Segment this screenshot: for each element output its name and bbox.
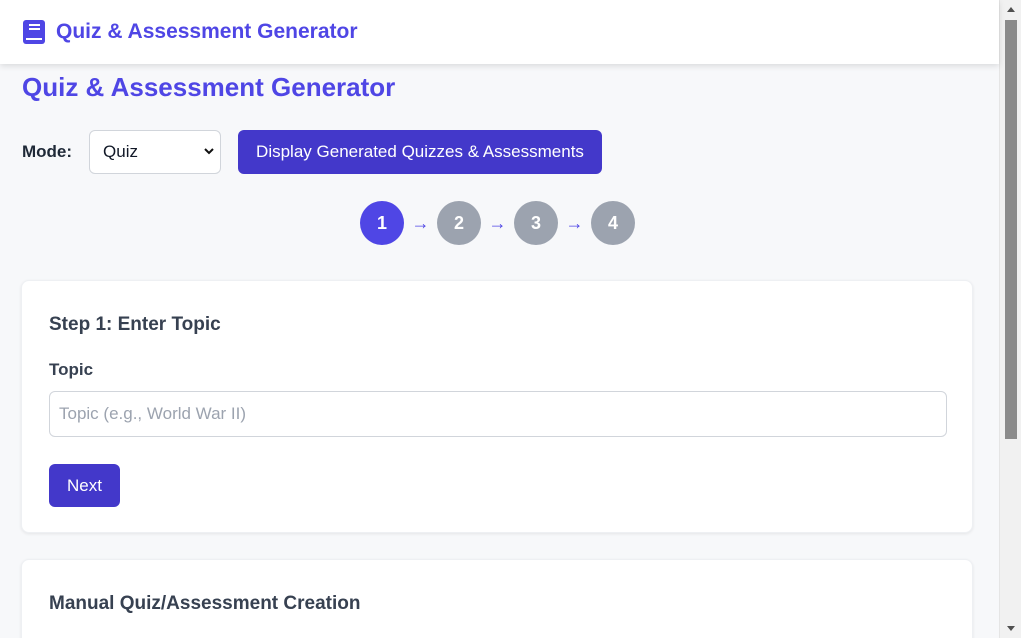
topic-input[interactable] <box>49 391 947 437</box>
next-button[interactable]: Next <box>49 464 120 507</box>
step-1: 1 <box>360 201 404 245</box>
app-title: Quiz & Assessment Generator <box>56 20 358 43</box>
mode-select[interactable]: Quiz <box>89 130 222 174</box>
step-arrow: → <box>411 212 430 233</box>
step-2: 2 <box>437 201 481 245</box>
chevron-down-icon <box>204 148 214 155</box>
mode-selected-value: Quiz <box>103 142 139 161</box>
display-generated-button[interactable]: Display Generated Quizzes & Assessments <box>238 130 602 174</box>
mode-row: Mode: Quiz Display Generated Quizzes & A… <box>22 130 602 174</box>
mode-label: Mode: <box>22 142 73 161</box>
step-3: 3 <box>514 201 558 245</box>
scroll-down-icon[interactable] <box>1005 624 1017 634</box>
scrollbar[interactable] <box>999 0 1021 638</box>
book-icon <box>23 20 45 44</box>
step-4: 4 <box>591 201 635 245</box>
scroll-up-icon[interactable] <box>1005 4 1017 14</box>
step-arrow: → <box>488 212 507 233</box>
top-navbar: Quiz & Assessment Generator <box>0 0 999 64</box>
manual-card-title: Manual Quiz/Assessment Creation <box>49 593 361 614</box>
manual-creation-card: Manual Quiz/Assessment Creation <box>21 559 973 638</box>
scrollbar-thumb[interactable] <box>1005 20 1017 439</box>
step-card-title: Step 1: Enter Topic <box>49 314 221 335</box>
topic-label: Topic <box>49 360 94 379</box>
step-card: Step 1: Enter Topic Topic Next <box>21 280 973 533</box>
page-title: Quiz & Assessment Generator <box>22 72 396 102</box>
step-arrow: → <box>565 212 584 233</box>
step-indicator: 1 → 2 → 3 → 4 <box>360 201 635 245</box>
